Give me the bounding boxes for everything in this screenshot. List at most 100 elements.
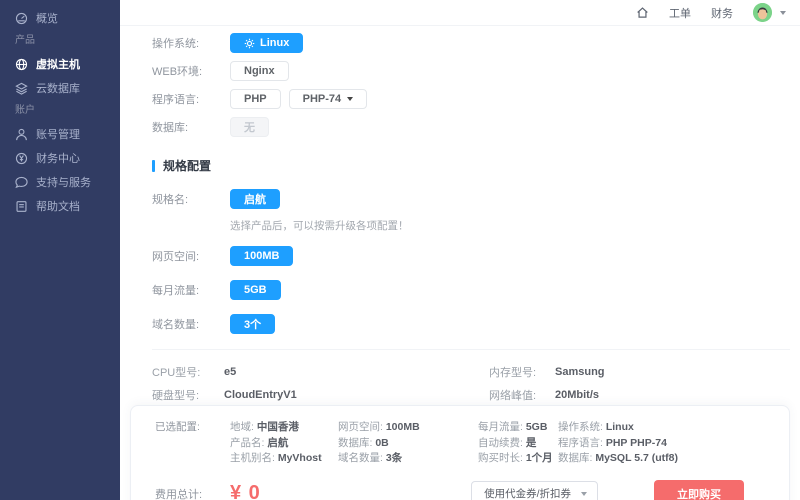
main-area: 工单 财务 操作系统: Linux xyxy=(120,0,800,500)
hardware-row: CPU型号: e5 内存型号: Samsung xyxy=(152,360,800,383)
summary-col-1: 地域: 中国香港 产品名: 启航 主机别名: MyVhost xyxy=(230,420,338,467)
duration-label: 购买时长: xyxy=(478,452,523,464)
database-none-label: 无 xyxy=(244,119,255,135)
monthly-traffic-button[interactable]: 5GB xyxy=(230,280,281,300)
header-link-finance[interactable]: 财务 xyxy=(711,5,733,21)
linux-icon xyxy=(244,38,255,49)
os-linux-label: Linux xyxy=(260,37,289,49)
total-price: ¥ 0 xyxy=(230,482,261,500)
row-domain-count: 域名数量: 3个 xyxy=(152,313,800,335)
web-nginx-button[interactable]: Nginx xyxy=(230,61,289,81)
divider xyxy=(152,349,790,350)
gauge-icon xyxy=(15,12,28,25)
avatar[interactable] xyxy=(753,3,772,22)
sidebar-item-label: 账号管理 xyxy=(36,126,80,142)
web-nginx-label: Nginx xyxy=(244,65,275,77)
web-space-label: 网页空间: xyxy=(338,421,383,433)
web-space-label: 网页空间: xyxy=(152,248,230,264)
sidebar-section-products: 产品 xyxy=(0,30,120,52)
row-web-space: 网页空间: 100MB xyxy=(152,245,800,267)
sidebar-item-help-docs[interactable]: 帮助文档 xyxy=(0,194,120,218)
sidebar-item-support[interactable]: 支持与服务 xyxy=(0,170,120,194)
summary-title: 已选配置: xyxy=(155,420,230,467)
product-name-value: 启航 xyxy=(267,437,288,449)
spec-section-title: 规格配置 xyxy=(152,157,800,174)
row-spec-name: 规格名: 启航 xyxy=(152,188,800,210)
php-version-dropdown[interactable]: PHP-74 xyxy=(289,89,368,109)
language-value: PHP PHP-74 xyxy=(606,437,667,449)
database-none-button: 无 xyxy=(230,117,269,137)
domain-count-button[interactable]: 3个 xyxy=(230,314,275,334)
web-env-label: WEB环境: xyxy=(152,63,230,79)
row-monthly-traffic: 每月流量: 5GB xyxy=(152,279,800,301)
spec-title-text: 规格配置 xyxy=(163,157,211,174)
web-space-button[interactable]: 100MB xyxy=(230,246,293,266)
lang-php-label: PHP xyxy=(244,93,267,105)
domain-count-value: 3个 xyxy=(244,316,261,332)
yuan-circle-icon xyxy=(15,152,28,165)
sidebar-item-label: 帮助文档 xyxy=(36,198,80,214)
spec-name-value: 启航 xyxy=(244,191,266,207)
chevron-down-icon[interactable] xyxy=(780,11,786,15)
sidebar-item-account-management[interactable]: 账号管理 xyxy=(0,122,120,146)
row-database: 数据库: 无 xyxy=(152,117,800,137)
host-icon xyxy=(15,58,28,71)
config-form: 操作系统: Linux WEB环境: Nginx 程序语言: PHP xyxy=(120,26,800,429)
hardware-row: 硬盘型号: CloudEntryV1 网络峰值: 20Mbit/s xyxy=(152,383,800,406)
top-header: 工单 财务 xyxy=(120,0,800,26)
region-value: 中国香港 xyxy=(257,421,299,433)
memory-model-value: Samsung xyxy=(555,366,605,378)
sidebar-item-label: 财务中心 xyxy=(36,150,80,166)
chevron-down-icon xyxy=(581,492,587,496)
order-summary-card: 已选配置: 地域: 中国香港 产品名: 启航 主机别名: MyVhost 网页空… xyxy=(130,405,790,500)
lang-php-button[interactable]: PHP xyxy=(230,89,281,109)
layers-icon xyxy=(15,82,28,95)
network-peak-label: 网络峰值: xyxy=(489,387,555,403)
host-alias-value: MyVhost xyxy=(278,452,322,464)
database-size-label: 数据库: xyxy=(338,437,372,449)
sidebar-item-overview[interactable]: 概览 xyxy=(0,6,120,30)
total-cost-label: 费用总计: xyxy=(155,486,230,500)
sidebar-item-label: 虚拟主机 xyxy=(36,56,80,72)
disk-model-label: 硬盘型号: xyxy=(152,387,224,403)
voucher-label: 使用代金券/折扣券 xyxy=(484,486,571,500)
spec-name-label: 规格名: xyxy=(152,191,230,207)
spec-hint: 选择产品后，可以按需升级各项配置！ xyxy=(230,218,800,233)
pay-row: 费用总计: ¥ 0 使用代金券/折扣券 立即购买 xyxy=(155,480,789,500)
summary-col-4: 操作系统: Linux 程序语言: PHP PHP-74 数据库: MySQL … xyxy=(558,420,678,467)
sidebar-item-virtual-host[interactable]: 虚拟主机 xyxy=(0,52,120,76)
php-version-label: PHP-74 xyxy=(303,93,342,105)
monthly-traffic-label: 每月流量: xyxy=(152,282,230,298)
os-linux-button[interactable]: Linux xyxy=(230,33,303,53)
spec-name-button[interactable]: 启航 xyxy=(230,189,280,209)
os-label: 操作系统: xyxy=(152,35,230,51)
memory-model-label: 内存型号: xyxy=(489,364,555,380)
domain-count-label: 域名数量: xyxy=(152,316,230,332)
sidebar-item-finance-center[interactable]: 财务中心 xyxy=(0,146,120,170)
sidebar-item-cloud-database[interactable]: 云数据库 xyxy=(0,76,120,100)
voucher-select[interactable]: 使用代金券/折扣券 xyxy=(471,481,598,500)
sidebar: 概览 产品 虚拟主机 云数据库 账户 账号管理 财务中心 xyxy=(0,0,120,500)
database-value: MySQL 5.7 (utf8) xyxy=(595,452,678,464)
disk-model-value: CloudEntryV1 xyxy=(224,389,434,401)
sidebar-item-label: 概览 xyxy=(36,10,58,26)
chat-bubble-icon xyxy=(15,176,28,189)
buy-now-button[interactable]: 立即购买 xyxy=(654,480,744,500)
home-icon[interactable] xyxy=(636,6,649,19)
cpu-model-value: e5 xyxy=(224,366,434,378)
accent-bar xyxy=(152,160,155,172)
monthly-traffic-label: 每月流量: xyxy=(478,421,523,433)
avatar-face xyxy=(753,3,772,22)
summary-row: 已选配置: 地域: 中国香港 产品名: 启航 主机别名: MyVhost 网页空… xyxy=(155,420,789,467)
chevron-down-icon xyxy=(347,97,353,101)
header-link-workorder[interactable]: 工单 xyxy=(669,5,691,21)
web-space-value: 100MB xyxy=(386,421,420,433)
auto-renew-label: 自动续费: xyxy=(478,437,523,449)
monthly-traffic-value: 5GB xyxy=(244,284,267,296)
database-size-value: 0B xyxy=(375,437,388,449)
database-label: 数据库: xyxy=(152,119,230,135)
sidebar-item-label: 支持与服务 xyxy=(36,174,91,190)
database-label: 数据库: xyxy=(558,452,592,464)
web-space-value: 100MB xyxy=(244,250,279,262)
summary-col-2: 网页空间: 100MB 数据库: 0B 域名数量: 3条 xyxy=(338,420,478,467)
